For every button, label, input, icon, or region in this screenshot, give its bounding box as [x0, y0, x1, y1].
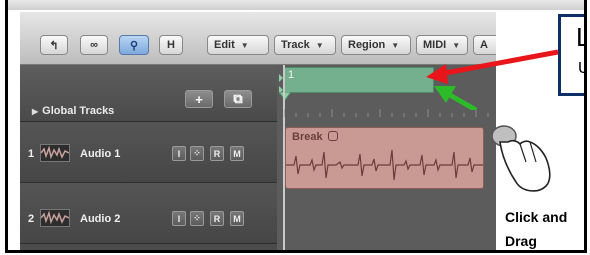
waveform-icon: [40, 144, 70, 162]
waveform-thumbnail: [40, 145, 70, 160]
callout-subtitle: U: [578, 60, 584, 78]
track-name: Audio 1: [80, 148, 121, 160]
waveform: [286, 149, 483, 181]
green-arrow-icon: [446, 91, 478, 110]
track-number: 1: [28, 148, 35, 160]
waveform-thumbnail: [40, 210, 70, 225]
freeze-button[interactable]: ⁘: [190, 211, 204, 226]
tutorial-frame: ↰ ∞ ⚲ H Edit ▼ Track ▼ Region ▼ MIDI ▼ A…: [5, 0, 587, 253]
audio-region-break[interactable]: Break: [285, 127, 484, 189]
freeze-button[interactable]: ⁘: [190, 146, 204, 161]
record-enable-button[interactable]: R: [210, 146, 224, 161]
runner-icon: ⚲: [129, 39, 139, 52]
tool-button[interactable]: ⚲: [119, 35, 149, 55]
freeze-icon: ⁘: [193, 148, 201, 158]
catch-icon: ↰: [49, 39, 59, 52]
menu-track[interactable]: Track ▼: [274, 35, 336, 55]
cycle-region[interactable]: [284, 67, 434, 93]
chevron-down-icon: ▼: [240, 40, 249, 50]
new-folder-button[interactable]: ⧉: [224, 90, 252, 108]
add-track-button[interactable]: +: [185, 90, 213, 108]
chevron-down-icon: ▼: [315, 40, 324, 50]
input-monitor-button[interactable]: I: [172, 146, 186, 161]
red-arrow-icon: [439, 49, 559, 77]
hide-button[interactable]: H: [159, 35, 183, 55]
hand-cursor-icon: [491, 125, 551, 192]
global-tracks-row: ▶ Global Tracks + ⧉: [20, 65, 277, 122]
record-enable-button[interactable]: R: [210, 211, 224, 226]
global-tracks-toggle[interactable]: ▶ Global Tracks: [32, 105, 114, 117]
window-topbar: [8, 0, 584, 10]
pointer-arrows: [426, 49, 559, 110]
track-name: Audio 2: [80, 213, 121, 225]
input-monitor-button[interactable]: I: [172, 211, 186, 226]
red-arrowhead-icon: [426, 64, 448, 84]
menu-edit[interactable]: Edit ▼: [207, 35, 269, 55]
waveform-icon: [40, 209, 70, 227]
mute-button[interactable]: M: [230, 146, 244, 161]
menu-region[interactable]: Region ▼: [341, 35, 411, 55]
disclosure-triangle-icon: ▶: [32, 107, 39, 116]
track-row[interactable]: 2 Audio 2 I ⁘ R M: [20, 183, 277, 244]
mute-button[interactable]: M: [230, 211, 244, 226]
freeze-icon: ⁘: [193, 213, 201, 223]
loop-icon: [328, 131, 338, 141]
track-row[interactable]: 1 Audio 1 I ⁘ R M: [20, 122, 277, 183]
callout-title: L: [576, 22, 584, 53]
link-button[interactable]: ∞: [80, 35, 108, 55]
catch-button[interactable]: ↰: [40, 35, 68, 55]
click-and-drag-label: Click and Drag: [505, 209, 568, 249]
link-icon: ∞: [90, 39, 98, 51]
track-number: 2: [28, 213, 35, 225]
chevron-down-icon: ▼: [391, 40, 400, 50]
bar-number: 1: [288, 69, 295, 81]
playhead-marker-icon[interactable]: [279, 92, 291, 102]
folder-add-icon: ⧉: [233, 91, 243, 106]
